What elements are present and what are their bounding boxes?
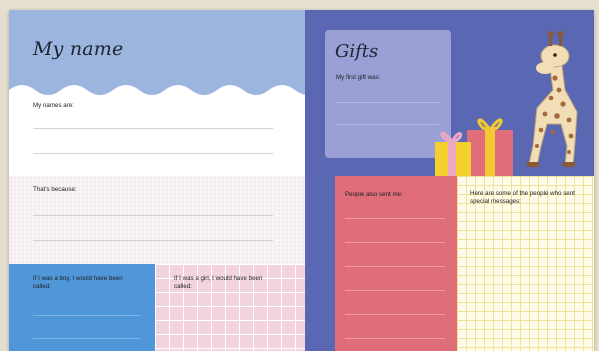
scallop-border [9,85,305,104]
boy-label: If I was a boy, I would have been called… [33,275,123,290]
write-line [335,102,439,103]
names-label: My names are: [33,102,74,109]
write-line [33,215,273,216]
write-line [345,314,445,315]
baby-book-spread: My name My names are: That's because: If… [9,10,594,351]
write-line [33,128,273,129]
page-title: My name [33,38,124,60]
also-sent-label: People also sent me: [345,191,403,198]
giraffe-illustration [527,31,578,167]
write-line [335,124,439,125]
because-label: That's because: [33,186,77,193]
write-line [345,218,445,219]
write-line [345,290,445,291]
write-line [345,266,445,267]
first-gift-label: My first gift was: [336,74,381,81]
messages-label: Here are some of the people who sent spe… [470,190,575,205]
write-line [33,240,273,241]
write-line [345,242,445,243]
write-line [345,338,445,339]
write-line [33,153,273,154]
right-page: Gifts My first gift was: People also sen… [305,10,594,351]
also-sent-box [335,176,457,351]
gifts-title: Gifts [335,41,379,62]
write-line [33,338,141,339]
write-line [33,315,141,316]
left-page: My name My names are: That's because: If… [9,10,305,351]
gift-box-icon [435,118,513,178]
girl-label: If I was a girl, I would have been calle… [174,275,263,290]
